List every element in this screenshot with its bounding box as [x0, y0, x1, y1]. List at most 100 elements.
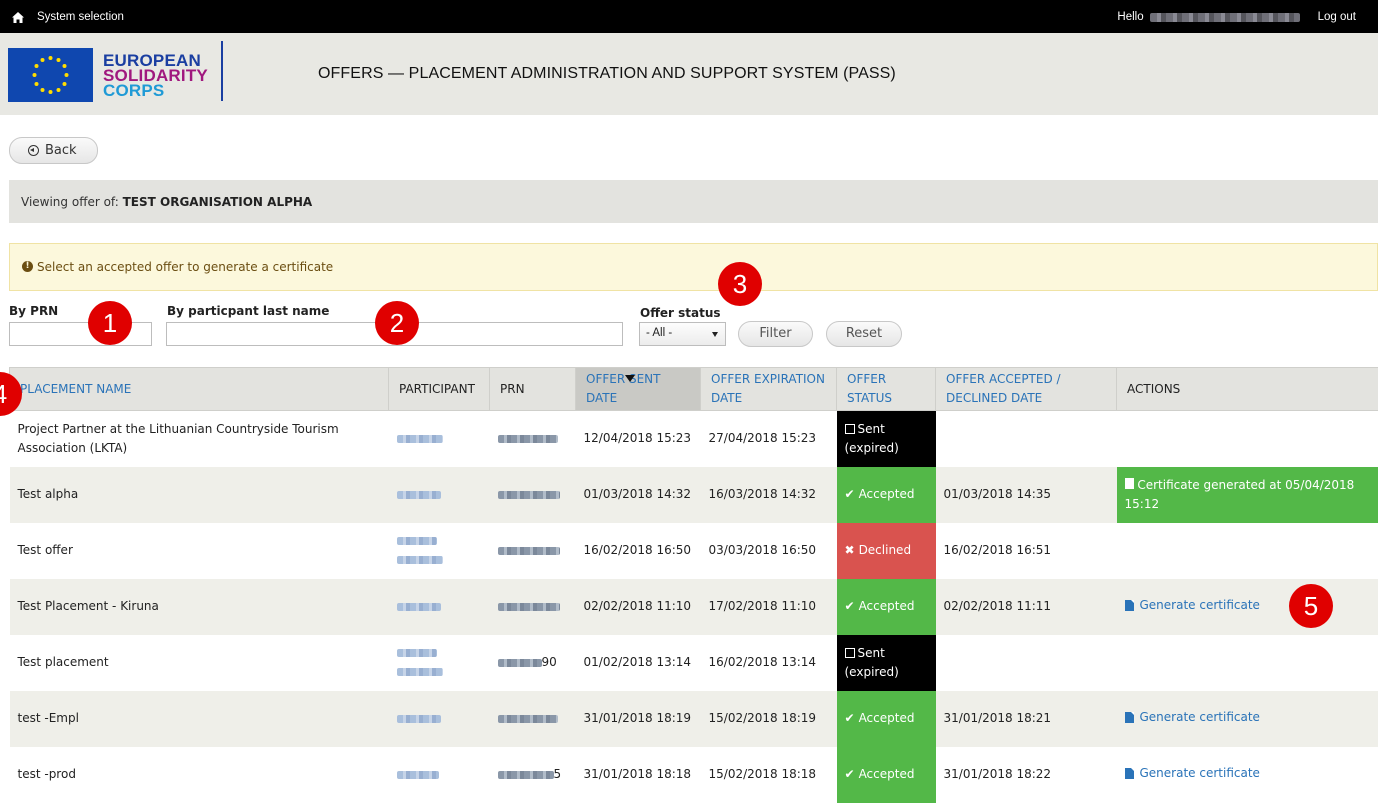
- accepted-date: 31/01/2018 18:21: [935, 690, 1117, 747]
- participant-redacted: [389, 523, 490, 579]
- accepted-date: 01/03/2018 14:35: [935, 466, 1117, 523]
- table-row: Project Partner at the Lithuanian Countr…: [10, 410, 1378, 467]
- sent-date: 01/02/2018 13:14: [583, 655, 692, 669]
- generate-certificate-link[interactable]: Generate certificate: [1124, 596, 1260, 615]
- logout-link[interactable]: Log out: [1318, 11, 1356, 23]
- close-icon: ✖: [844, 543, 855, 557]
- column-header-expiration-date[interactable]: OFFER EXPIRATION DATE: [700, 367, 837, 411]
- column-header-actions: ACTIONS: [1116, 367, 1378, 411]
- back-arrow-icon: [28, 145, 39, 156]
- status-badge: ✔ Accepted: [836, 690, 936, 747]
- viewing-banner: Viewing offer of: TEST ORGANISATION ALPH…: [9, 180, 1378, 223]
- action-cell: [1117, 523, 1378, 579]
- placement-name: Test placement: [17, 655, 109, 669]
- table-row: test -Empl 31/01/2018 18:19 15/02/2018 1…: [9, 690, 1378, 747]
- calendar-icon: [844, 647, 855, 658]
- page-title: OFFERS — PLACEMENT ADMINISTRATION AND SU…: [318, 65, 896, 82]
- participant-redacted: [388, 690, 490, 747]
- sent-date: 31/01/2018 18:19: [575, 690, 701, 747]
- system-selection-link[interactable]: System selection: [37, 11, 124, 23]
- table-row: Test Placement - Kiruna 02/02/2018 11:10…: [9, 578, 1378, 635]
- column-header-status[interactable]: OFFER STATUS: [836, 367, 936, 411]
- calendar-icon: [844, 423, 855, 434]
- certificate-generated[interactable]: Certificate generated at 05/04/2018 15:1…: [1116, 466, 1378, 523]
- prn-cell: 90: [490, 635, 576, 691]
- table-row: Test alpha 01/03/2018 14:32 16/03/2018 1…: [9, 466, 1378, 523]
- info-banner: ! Select an accepted offer to generate a…: [9, 243, 1378, 291]
- status-filter-label: Offer status: [640, 306, 721, 320]
- status-badge: ✔ Accepted: [836, 466, 936, 523]
- placement-name: Test offer: [17, 543, 73, 557]
- placement-name: test -Empl: [9, 690, 389, 747]
- header-band: EUROPEAN SOLIDARITY CORPS OFFERS — PLACE…: [0, 33, 1378, 115]
- column-header-sent-date[interactable]: OFFER SENT DATE: [575, 367, 701, 411]
- action-cell: [1117, 411, 1378, 467]
- expiration-date: 27/04/2018 15:23: [708, 431, 817, 446]
- reset-button[interactable]: Reset: [826, 321, 902, 347]
- sent-date: 02/02/2018 11:10: [575, 578, 701, 635]
- column-header-prn: PRN: [489, 367, 576, 411]
- participant-redacted: [389, 411, 490, 467]
- generate-certificate-link[interactable]: Generate certificate: [1124, 708, 1260, 727]
- accepted-date: [936, 635, 1117, 691]
- home-icon[interactable]: [12, 11, 24, 23]
- filter-button[interactable]: Filter: [738, 321, 813, 347]
- sent-date: 12/04/2018 15:23: [583, 431, 692, 446]
- action-cell: [1117, 635, 1378, 691]
- placement-name: Test Placement - Kiruna: [9, 578, 389, 635]
- document-icon: [1124, 768, 1134, 779]
- table-row: test -prod 5 31/01/2018 18:18 15/02/2018…: [10, 746, 1378, 803]
- check-icon: ✔: [844, 599, 855, 613]
- participant-redacted: [389, 747, 490, 803]
- placement-name: Project Partner at the Lithuanian Countr…: [17, 421, 339, 455]
- participant-redacted: [388, 466, 490, 523]
- check-icon: ✔: [844, 487, 855, 501]
- participant-redacted: [389, 635, 490, 691]
- top-bar: System selection Hello Log out: [0, 0, 1378, 33]
- callout-2: 2: [375, 301, 419, 345]
- status-filter-select[interactable]: - All -: [639, 322, 726, 346]
- column-header-placement[interactable]: PLACEMENT NAME: [9, 367, 389, 411]
- document-icon: [1124, 712, 1134, 723]
- expiration-date: 17/02/2018 11:10: [700, 578, 837, 635]
- esc-logo[interactable]: EUROPEAN SOLIDARITY CORPS: [8, 43, 230, 107]
- status-badge: ✔ Accepted: [836, 578, 936, 635]
- expiration-date: 16/02/2018 13:14: [708, 655, 817, 669]
- check-icon: ✔: [844, 767, 855, 781]
- greeting: Hello: [1117, 11, 1144, 23]
- prn-redacted: [490, 523, 576, 579]
- column-header-accepted-date[interactable]: OFFER ACCEPTED / DECLINED DATE: [935, 367, 1117, 411]
- sent-date: 31/01/2018 18:18: [583, 767, 692, 781]
- user-name-redacted: [1149, 12, 1300, 22]
- accepted-date: 02/02/2018 11:11: [935, 578, 1117, 635]
- placement-name: Test alpha: [9, 466, 389, 523]
- accepted-date: 16/02/2018 16:51: [943, 543, 1052, 557]
- callout-1: 1: [88, 301, 132, 345]
- eu-flag-icon: [8, 48, 93, 102]
- chevron-down-icon: [712, 332, 718, 337]
- table-row: Test placement 90 01/02/2018 13:14 16/02…: [10, 634, 1378, 691]
- column-header-participant: PARTICIPANT: [388, 367, 490, 411]
- logo-divider: [221, 41, 223, 101]
- expiration-date: 15/02/2018 18:19: [700, 690, 837, 747]
- organisation-name: TEST ORGANISATION ALPHA: [122, 195, 313, 209]
- status-badge: ✔ Accepted: [836, 746, 936, 803]
- prn-redacted: [490, 411, 576, 467]
- offers-table: PLACEMENT NAME PARTICIPANT PRN OFFER SEN…: [9, 367, 1378, 803]
- prn-cell: 5: [490, 747, 576, 803]
- prn-redacted: [489, 466, 576, 523]
- accepted-date: [936, 411, 1117, 467]
- back-button[interactable]: Back: [9, 137, 98, 164]
- table-row: Test offer 16/02/2018 16:50 03/03/2018 1…: [10, 522, 1378, 579]
- generate-certificate-link[interactable]: Generate certificate: [1124, 764, 1260, 783]
- lastname-filter-label: By particpant last name: [167, 304, 330, 318]
- expiration-date: 16/03/2018 14:32: [700, 466, 837, 523]
- info-message: Select an accepted offer to generate a c…: [37, 260, 334, 274]
- sort-desc-icon: [625, 375, 636, 382]
- participant-redacted: [388, 578, 490, 635]
- logo-text: EUROPEAN SOLIDARITY CORPS: [103, 50, 208, 100]
- check-icon: ✔: [844, 711, 855, 725]
- status-badge: Sent (expired): [836, 634, 936, 691]
- action-cell: Generate certificate: [1116, 690, 1378, 747]
- sent-date: 01/03/2018 14:32: [575, 466, 701, 523]
